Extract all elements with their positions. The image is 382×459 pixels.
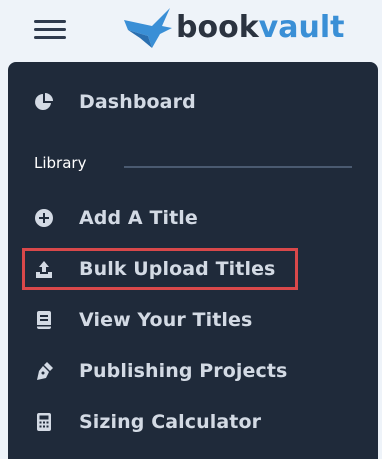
plus-circle-icon [34,208,54,228]
pie-chart-icon [34,92,54,112]
calculator-icon [34,412,54,432]
hamburger-menu-icon[interactable] [34,16,66,40]
top-bar: bookvault [0,0,382,64]
bird-logo-icon [124,8,172,48]
section-label-library: Library [34,154,87,172]
pen-nib-icon [34,361,54,381]
sidebar-item-dashboard[interactable]: Dashboard [8,82,378,122]
sidebar-item-bulk-upload[interactable]: Bulk Upload Titles [8,249,378,289]
bookvault-logo[interactable]: bookvault [122,4,344,52]
sidebar-item-publishing-projects[interactable]: Publishing Projects [8,351,378,391]
upload-icon [34,259,54,279]
sidebar-item-view-titles[interactable]: View Your Titles [8,300,378,340]
brand-name: bookvault [176,10,345,45]
sidebar-item-label: View Your Titles [79,309,253,331]
section-divider [124,166,352,168]
sidebar-item-label: Dashboard [79,91,196,113]
sidebar-item-add-title[interactable]: Add A Title [8,198,378,238]
sidebar-item-label: Sizing Calculator [79,411,262,433]
sidebar-item-label: Bulk Upload Titles [79,258,276,280]
sidebar: Dashboard Library Add A Title Bulk Uploa… [8,62,378,459]
sidebar-item-sizing-calculator[interactable]: Sizing Calculator [8,402,378,442]
sidebar-item-label: Add A Title [79,207,198,229]
sidebar-item-label: Publishing Projects [79,360,288,382]
book-icon [34,310,54,330]
